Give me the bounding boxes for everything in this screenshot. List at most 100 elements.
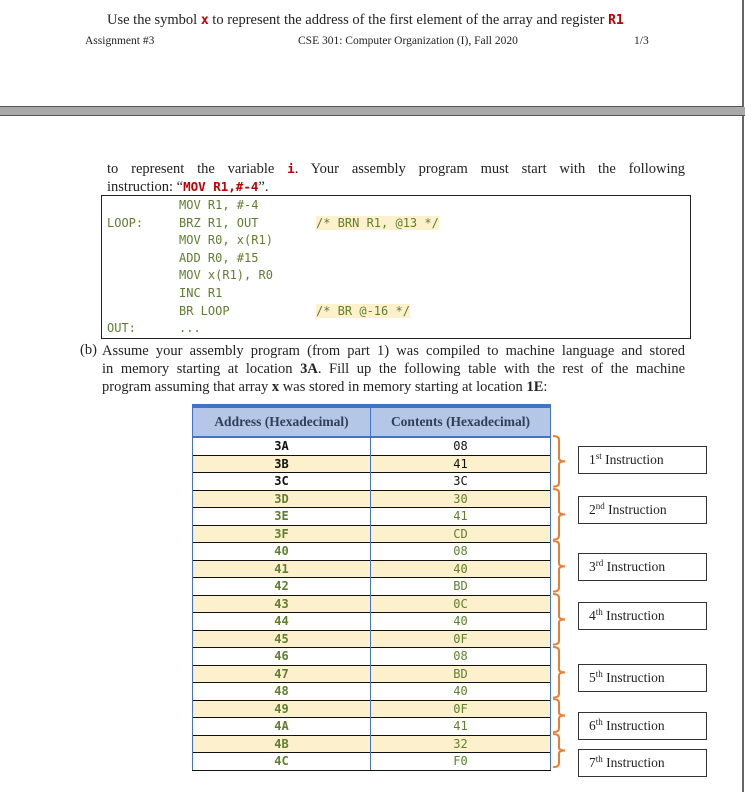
ordinal-suffix: th: [595, 754, 603, 764]
intro-text: ”.: [258, 179, 269, 195]
intro-text: to represent the variable: [107, 161, 288, 177]
table-row: 42 BD: [192, 577, 551, 595]
instruction-label-box: 4th Instruction: [578, 602, 707, 630]
address-cell: 3D: [192, 489, 371, 508]
part-b-label: (b): [80, 342, 97, 358]
contents-cell: 41: [370, 454, 551, 473]
ordinal-suffix: th: [595, 607, 603, 617]
part-b-text: . Fill up the following table with the r…: [317, 361, 686, 377]
code-instruction: ...: [179, 321, 201, 336]
contents-cell[interactable]: 40: [370, 612, 551, 630]
contents-cell[interactable]: BD: [370, 577, 551, 595]
address-cell: 4C: [192, 752, 371, 771]
code-comment: /* BR @-16 */: [316, 303, 410, 318]
start-location: 3A: [300, 361, 318, 377]
variable-i: i: [287, 161, 295, 176]
part-b-text: in memory starting at location: [102, 361, 301, 377]
table-row: 45 0F: [192, 629, 551, 648]
contents-cell[interactable]: 32: [370, 734, 551, 753]
symbol-note: Use the symbol x to represent the addres…: [107, 12, 624, 29]
address-cell: 3E: [192, 507, 371, 525]
header-course: CSE 301: Computer Organization (I), Fall…: [298, 35, 518, 47]
code-instruction: MOV x(R1), R0: [179, 268, 273, 283]
contents-cell[interactable]: 41: [370, 717, 551, 735]
address-cell: 42: [192, 577, 371, 595]
contents-cell: 3C: [370, 472, 551, 490]
contents-cell[interactable]: 08: [370, 647, 551, 665]
instruction-bracket: [552, 698, 568, 734]
contents-cell[interactable]: 40: [370, 559, 551, 578]
instruction-number: 6: [589, 718, 596, 733]
note-symbol-x: x: [200, 13, 209, 28]
code-instruction: MOV R0, x(R1): [179, 233, 273, 248]
brace-icon: [552, 435, 566, 488]
instruction-bracket: [552, 435, 568, 488]
table-row: 49 0F: [192, 699, 551, 718]
address-cell: 3B: [192, 454, 371, 473]
instruction-label-box: 7th Instruction: [578, 749, 707, 777]
table-row: 3D 30: [192, 489, 551, 508]
instruction-number: 7: [589, 755, 596, 770]
instruction-number: 2: [589, 502, 596, 517]
code-instruction: INC R1: [179, 286, 223, 300]
instruction-text: Instruction: [602, 718, 665, 733]
code-label: OUT:: [107, 321, 136, 336]
address-cell: 4B: [192, 734, 371, 753]
code-instruction: BR LOOP: [179, 303, 230, 318]
note-register-r1: R1: [608, 13, 624, 28]
contents-cell[interactable]: 0F: [370, 699, 551, 718]
contents-cell[interactable]: F0: [370, 752, 551, 771]
brace-icon: [552, 540, 566, 593]
memory-table: Address (Hexadecimal) Contents (Hexadeci…: [192, 404, 551, 771]
required-instruction: MOV R1,#-4: [183, 179, 259, 194]
note-text: to represent the address of the first el…: [208, 12, 609, 28]
table-row: 3B 41: [192, 454, 551, 473]
instruction-number: 5: [589, 670, 596, 685]
instruction-bracket: [552, 645, 568, 699]
address-cell: 48: [192, 682, 371, 700]
intro-text: instruction: “: [107, 179, 184, 195]
ordinal-suffix: th: [595, 717, 603, 727]
table-row: 3F CD: [192, 524, 551, 543]
contents-cell[interactable]: 30: [370, 489, 551, 508]
table-row: 40 08: [192, 542, 551, 560]
brace-icon: [552, 487, 566, 541]
contents-cell[interactable]: CD: [370, 524, 551, 543]
part-b-paragraph: Assume your assembly program (from part …: [102, 342, 685, 396]
ordinal-suffix: th: [595, 669, 603, 679]
part-b-text: :: [543, 379, 548, 395]
contents-cell[interactable]: BD: [370, 664, 551, 683]
header-assignment: Assignment #3: [85, 35, 155, 47]
contents-cell[interactable]: 0F: [370, 629, 551, 648]
address-cell: 46: [192, 647, 371, 665]
instruction-text: Instruction: [604, 502, 667, 517]
part-b-text: was stored in memory starting at locatio…: [279, 379, 527, 395]
table-row: 3E 41: [192, 507, 551, 525]
contents-cell[interactable]: 08: [370, 542, 551, 560]
contents-cell[interactable]: 40: [370, 682, 551, 700]
instruction-bracket: [552, 592, 568, 646]
header-page-number: 1/3: [634, 35, 649, 47]
address-cell: 3C: [192, 472, 371, 490]
contents-cell[interactable]: 41: [370, 507, 551, 525]
address-cell: 49: [192, 699, 371, 718]
part-b-text: Assume your assembly program (from part …: [102, 343, 685, 359]
instruction-bracket: [552, 540, 568, 593]
code-comment: /* BRN R1, @13 */: [316, 215, 439, 230]
column-header-address: Address (Hexadecimal): [192, 406, 371, 437]
code-instruction: BRZ R1, OUT: [179, 215, 259, 230]
table-row: 3C 3C: [192, 472, 551, 490]
code-instruction: MOV R1, #-4: [179, 198, 259, 212]
brace-icon: [552, 698, 566, 734]
table-row: 4C F0: [192, 752, 551, 771]
previous-page: Use the symbol x to represent the addres…: [0, 0, 744, 107]
table-row: 44 40: [192, 612, 551, 630]
contents-cell[interactable]: 0C: [370, 594, 551, 613]
instruction-text: Instruction: [603, 559, 666, 574]
table-row: 4A 41: [192, 717, 551, 735]
address-cell: 3A: [192, 436, 371, 455]
table-header-row: Address (Hexadecimal) Contents (Hexadeci…: [192, 406, 551, 437]
instruction-text: Instruction: [601, 452, 664, 467]
address-cell: 43: [192, 594, 371, 613]
table-row: 47 BD: [192, 664, 551, 683]
